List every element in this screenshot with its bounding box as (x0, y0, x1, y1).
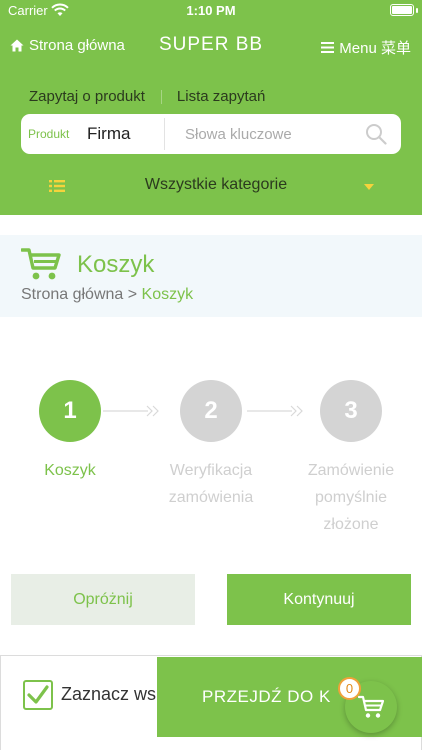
step-2-label-line: Weryfikacja (169, 462, 253, 479)
checkmark-icon (27, 685, 49, 704)
step-arrow-icon (247, 405, 303, 417)
step-2-circle: 2 (180, 380, 242, 442)
checkout-label: PRZEJDŹ DO K (202, 687, 331, 706)
status-bar: Carrier 1:10 PM (0, 0, 422, 22)
search-icon[interactable] (365, 123, 387, 145)
breadcrumb-home[interactable]: Strona główna (21, 286, 123, 303)
link-divider (160, 89, 162, 104)
breadcrumb: Strona główna > Koszyk (21, 286, 193, 304)
hamburger-icon (321, 42, 335, 53)
battery-tip (416, 8, 418, 13)
caret-down-icon (364, 184, 374, 190)
search-divider (164, 118, 165, 150)
inquiry-link[interactable]: Zapytaj o produkt (29, 88, 145, 105)
step-3-label-line: Zamówienie (307, 462, 395, 479)
menu-button[interactable]: Menu 菜单 (321, 37, 411, 58)
clear-cart-button[interactable]: Opróżnij (11, 574, 195, 625)
step-3-circle: 3 (320, 380, 382, 442)
cart-count-badge: 0 (338, 677, 361, 700)
search-type-label: Produkt (28, 127, 70, 141)
page-title: Koszyk (77, 251, 155, 278)
category-label: Wszystkie kategorie (144, 176, 288, 193)
category-selector[interactable]: Wszystkie kategorie (0, 172, 422, 200)
step-arrow-icon (103, 405, 159, 417)
step-1-label-line: Koszyk (44, 462, 96, 479)
step-2-label-line: zamówienia (168, 489, 254, 506)
menu-label: Menu 菜单 (339, 40, 411, 57)
inquiry-links: Zapytaj o produkt Lista zapytań (29, 88, 265, 105)
breadcrumb-current: Koszyk (141, 286, 194, 303)
battery-icon (390, 4, 414, 16)
step-1-label: Koszyk (5, 457, 135, 484)
cart-icon (358, 695, 384, 718)
continue-button[interactable]: Kontynuuj (227, 574, 411, 625)
shopping-cart-icon (21, 248, 61, 280)
app-header: Carrier 1:10 PM Strona główna SUPER BB M… (0, 0, 422, 215)
search-input[interactable] (171, 120, 351, 148)
status-time: 1:10 PM (186, 3, 236, 18)
inquiry-list-link[interactable]: Lista zapytań (177, 88, 265, 105)
search-type-select[interactable]: Firma (87, 124, 130, 144)
step-2-label: Weryfikacja zamówienia (146, 457, 276, 511)
step-3-label-line: złożone (323, 516, 379, 533)
select-all-checkbox[interactable] (23, 680, 53, 710)
search-box: Produkt Firma (21, 114, 401, 154)
step-3-label: Zamówienie pomyślnie złożone (286, 457, 416, 538)
step-1-circle: 1 (39, 380, 101, 442)
breadcrumb-separator: > (127, 286, 138, 303)
step-3-label-line: pomyślnie (314, 489, 388, 506)
select-all-label: Zaznacz ws (61, 684, 157, 704)
page-title-panel: Koszyk Strona główna > Koszyk (0, 235, 422, 317)
